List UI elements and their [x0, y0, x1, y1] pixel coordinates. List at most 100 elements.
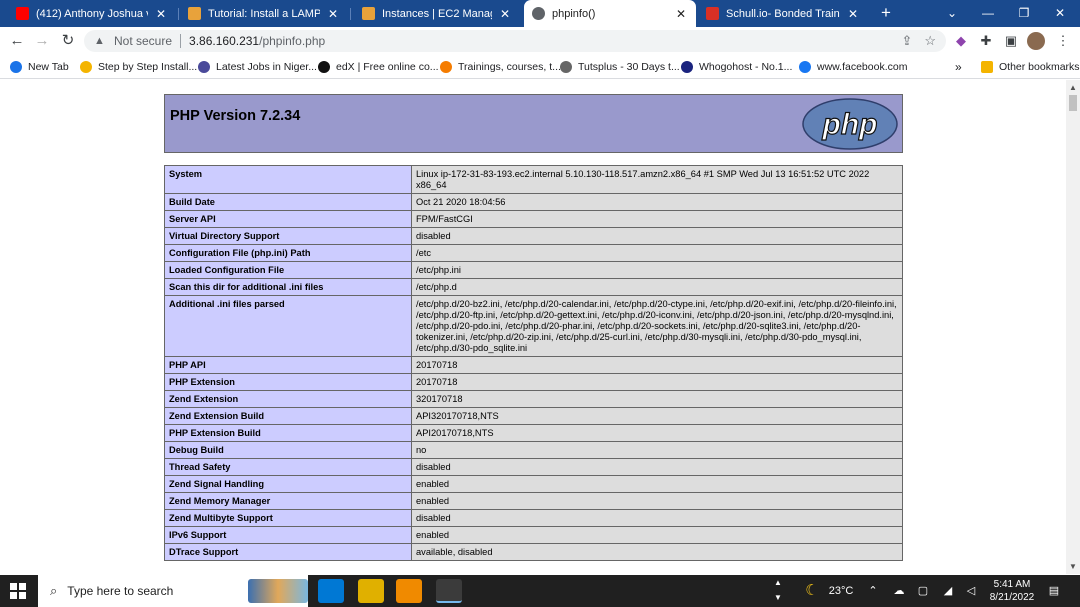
bookmark-label: Trainings, courses, t... [458, 61, 561, 73]
bookmark-favicon-icon [318, 61, 330, 73]
table-row: Build Date Oct 21 2020 18:04:56 [164, 193, 903, 211]
bookmark-favicon-icon [80, 61, 92, 73]
other-bookmarks-folder[interactable]: Other bookmarks [981, 59, 1080, 75]
forward-icon[interactable]: → [31, 31, 53, 51]
table-row: Zend Multibyte Support disabled [164, 509, 903, 527]
search-icon: ⌕ [50, 583, 58, 598]
close-tab-icon[interactable]: ✕ [498, 7, 512, 21]
info-key: Zend Extension Build [164, 407, 412, 425]
table-row: Zend Signal Handling enabled [164, 475, 903, 493]
wifi-icon[interactable]: ◢ [939, 575, 957, 607]
tab-separator [350, 8, 351, 20]
scroll-up-icon[interactable]: ▲ [1069, 83, 1077, 92]
browser-tab[interactable]: Instances | EC2 Management Console ✕ [354, 0, 520, 27]
info-key: Zend Memory Manager [164, 492, 412, 510]
info-key: IPv6 Support [164, 526, 412, 544]
info-key: Loaded Configuration File [164, 261, 412, 279]
bookmark-item[interactable]: New Tab [10, 59, 69, 75]
address-bar[interactable]: ▲ Not secure 3.86.160.231/phpinfo.php ⇪ … [84, 30, 946, 52]
back-icon[interactable]: ← [6, 31, 28, 51]
close-tab-icon[interactable]: ✕ [154, 7, 168, 21]
info-key: PHP Extension Build [164, 424, 412, 442]
info-key: Build Date [164, 193, 412, 211]
info-key: Thread Safety [164, 458, 412, 476]
php-version-header: PHP Version 7.2.34 php [164, 94, 903, 153]
info-value: disabled [411, 458, 903, 476]
browser-tab[interactable]: Schull.io- Bonded Training Centre ✕ [698, 0, 868, 27]
close-tab-icon[interactable]: ✕ [674, 7, 688, 21]
browser-toolbar: ← → ↻ ▲ Not secure 3.86.160.231/phpinfo.… [0, 27, 1080, 55]
restore-icon[interactable]: ❐ [1006, 0, 1042, 27]
close-tab-icon[interactable]: ✕ [846, 7, 860, 21]
other-bookmarks-label: Other bookmarks [999, 61, 1080, 73]
page-content: PHP Version 7.2.34 php System Linux ip-17… [0, 80, 1066, 574]
bookmarks-overflow-button[interactable]: » [955, 59, 962, 75]
php-version-title: PHP Version 7.2.34 [170, 108, 301, 124]
php-logo-text: php [822, 108, 878, 141]
security-label[interactable]: Not secure [114, 34, 172, 48]
bookmark-item[interactable]: Trainings, courses, t... [440, 59, 561, 75]
meet-now-icon[interactable]: ▢ [914, 575, 932, 607]
vlc-icon[interactable] [396, 579, 422, 603]
info-value: enabled [411, 526, 903, 544]
bookmark-label: Tutsplus - 30 Days t... [578, 61, 680, 73]
php-logo-icon: php [802, 98, 898, 150]
bookmark-item[interactable]: Step by Step Install... [80, 59, 197, 75]
info-value: API320170718,NTS [411, 407, 903, 425]
tray-scroll-icon[interactable]: ▲ ▼ [772, 575, 784, 607]
tab-title: Tutorial: Install a LAMP web server [208, 7, 320, 20]
tab-search-icon[interactable]: ⌄ [934, 0, 970, 27]
scroll-down-icon[interactable]: ▼ [1069, 562, 1077, 571]
show-hidden-icons-icon[interactable]: ⌃ [864, 575, 882, 607]
close-window-icon[interactable]: ✕ [1042, 0, 1078, 27]
warning-icon: ▲ [94, 35, 105, 47]
onedrive-cloud-icon[interactable]: ☁ [890, 575, 908, 607]
extension-colorful-icon[interactable]: ◆ [952, 32, 970, 50]
volume-icon[interactable]: ◁ [962, 575, 980, 607]
clock-time: 5:41 AM [993, 579, 1031, 590]
table-row: Configuration File (php.ini) Path/etc [164, 244, 903, 262]
tab-separator [178, 8, 179, 20]
scroll-thumb[interactable] [1069, 95, 1077, 111]
share-icon[interactable]: ⇪ [901, 33, 912, 49]
reload-icon[interactable]: ↻ [57, 31, 79, 51]
browser-tab[interactable]: Tutorial: Install a LAMP web server ✕ [180, 0, 348, 27]
close-tab-icon[interactable]: ✕ [326, 7, 340, 21]
browser-tab[interactable]: (412) Anthony Joshua vs Oleksandr Usyk ✕ [8, 0, 176, 27]
info-value: disabled [411, 227, 903, 245]
bookmark-item[interactable]: Whogohost - No.1... [681, 59, 792, 75]
weather-temp[interactable]: 23°C [824, 575, 858, 607]
start-windows-icon[interactable] [10, 583, 26, 599]
side-panel-icon[interactable]: ▣ [1002, 32, 1020, 50]
file-lock-icon[interactable] [358, 579, 384, 603]
bookmark-item[interactable]: Latest Jobs in Niger... [198, 59, 317, 75]
vertical-scrollbar[interactable]: ▲ ▼ [1066, 80, 1080, 574]
skype-icon[interactable] [318, 579, 344, 603]
bookmark-item[interactable]: edX | Free online co... [318, 59, 439, 75]
info-key: DTrace Support [164, 543, 412, 561]
menu-kebab-icon[interactable]: ⋮ [1054, 32, 1072, 50]
browser-tab[interactable]: phpinfo() ✕ [524, 0, 696, 27]
new-tab-button[interactable]: + [876, 2, 896, 24]
notifications-icon[interactable]: ▤ [1044, 575, 1064, 607]
bookmark-item[interactable]: Tutsplus - 30 Days t... [560, 59, 680, 75]
table-row: PHP Extension Build API20170718,NTS [164, 424, 903, 442]
info-value: 20170718 [411, 356, 903, 374]
info-value: /etc [411, 244, 903, 262]
bookmark-item[interactable]: www.facebook.com [799, 59, 907, 75]
tab-strip: (412) Anthony Joshua vs Oleksandr Usyk✕T… [0, 0, 1080, 27]
info-value: enabled [411, 475, 903, 493]
system-clock[interactable]: 5:41 AM 8/21/2022 [982, 578, 1042, 604]
weather-icon[interactable]: ☾ [800, 575, 824, 607]
info-value: available, disabled [411, 543, 903, 561]
extensions-puzzle-icon[interactable]: ✚ [977, 32, 995, 50]
table-row: PHP Extension 20170718 [164, 373, 903, 391]
table-row: Zend Memory Manager enabled [164, 492, 903, 510]
info-value: API20170718,NTS [411, 424, 903, 442]
bookmark-star-icon[interactable]: ☆ [924, 33, 936, 49]
info-value: Oct 21 2020 18:04:56 [411, 193, 903, 211]
chrome-icon[interactable] [436, 579, 462, 603]
minimize-icon[interactable]: — [970, 0, 1006, 27]
profile-avatar[interactable] [1027, 32, 1045, 50]
table-row: Server API FPM/FastCGI [164, 210, 903, 228]
